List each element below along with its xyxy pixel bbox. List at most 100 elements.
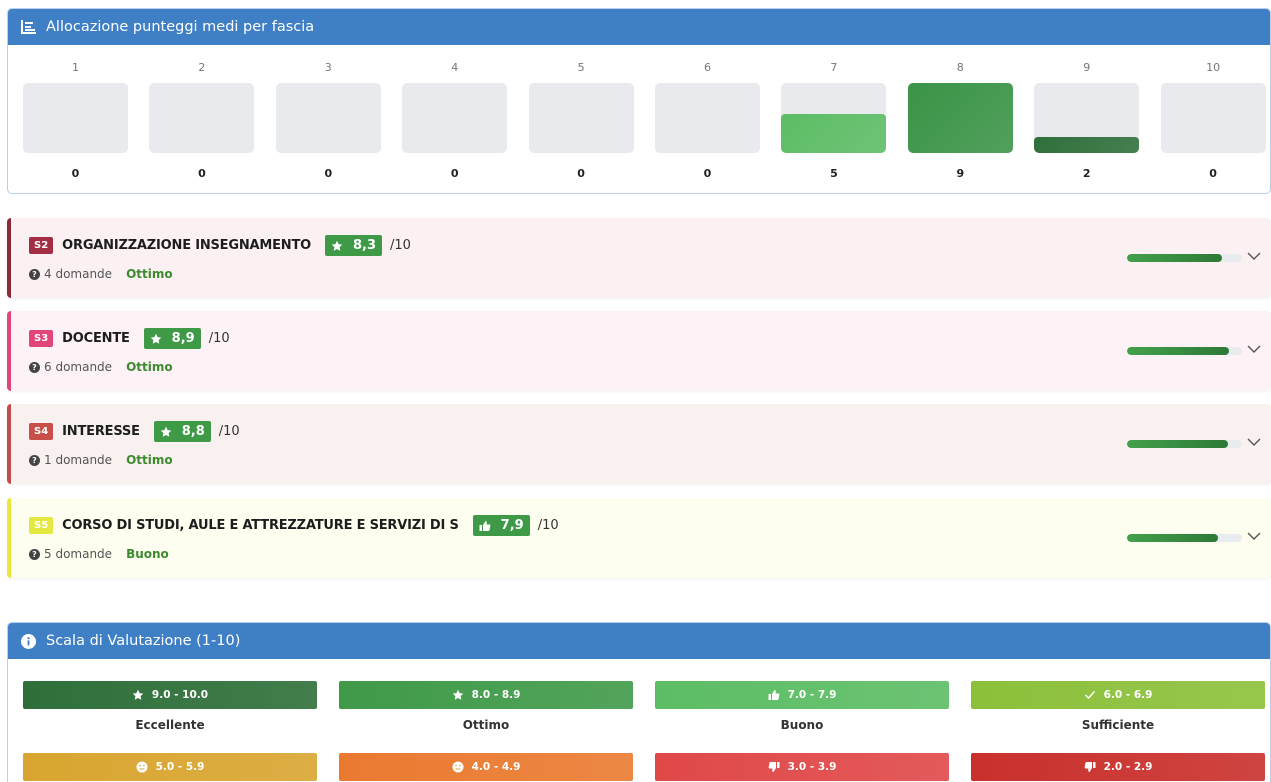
bin-track xyxy=(275,83,381,153)
bin-fill-bar xyxy=(1034,137,1140,153)
bin-track xyxy=(528,83,634,153)
scale-chip: 4.0 - 4.9 xyxy=(339,753,633,781)
score-progress-bar xyxy=(1127,534,1242,542)
bin-fill-bar xyxy=(781,114,887,153)
section-name: ORGANIZZAZIONE INSEGNAMENTO xyxy=(62,238,311,253)
score-value: 8,9 xyxy=(171,331,195,346)
distribution-bins: 1 0 2 0 3 0 4 0 5 0 6 0 7 5 8 9 9 2 10 0 xyxy=(8,45,1270,193)
scale-item: 5.0 - 5.9 xyxy=(23,753,317,781)
chevron-down-icon[interactable] xyxy=(1247,251,1261,261)
bin-label: 8 xyxy=(956,61,964,74)
section-row-s5[interactable]: S5 CORSO DI STUDI, AULE E ATTREZZATURE E… xyxy=(7,498,1271,578)
star-icon xyxy=(150,333,167,345)
section-meta: ? 1 domande Ottimo xyxy=(29,453,173,467)
scale-range: 9.0 - 10.0 xyxy=(151,689,209,701)
scale-item: 3.0 - 3.9 xyxy=(655,753,949,781)
scale-chip: 5.0 - 5.9 xyxy=(23,753,317,781)
scale-chip: 6.0 - 6.9 xyxy=(971,681,1265,709)
question-count: 5 domande xyxy=(44,547,113,561)
score-progress-fill xyxy=(1127,534,1218,542)
scale-label: Eccellente xyxy=(135,718,205,732)
scale-chip: 8.0 - 8.9 xyxy=(339,681,633,709)
bin-track xyxy=(149,83,255,153)
scale-range: 2.0 - 2.9 xyxy=(1103,761,1153,773)
scale-item: 6.0 - 6.9 Sufficiente xyxy=(971,681,1265,732)
score-progress-fill xyxy=(1127,440,1229,448)
bin-track xyxy=(1034,83,1140,153)
level-label: Buono xyxy=(126,547,169,561)
scale-item: 8.0 - 8.9 Ottimo xyxy=(339,681,633,732)
scale-range: 4.0 - 4.9 xyxy=(471,761,521,773)
distribution-bin: 75 xyxy=(781,45,887,193)
thumbs-up-icon xyxy=(479,520,496,532)
bin-label: 7 xyxy=(830,61,838,74)
bin-label: 6 xyxy=(704,61,711,74)
section-row-s4[interactable]: S4 INTERESSE 8,8 /10 ? 1 domande Ottimo xyxy=(7,404,1271,484)
rating-scale-card: Scala di Valutazione (1-10) 9.0 - 10.0 E… xyxy=(7,622,1271,782)
chevron-down-icon[interactable] xyxy=(1247,437,1261,447)
distribution-bin: 50 xyxy=(528,45,634,193)
thumbs-down-icon xyxy=(768,761,784,773)
bin-label: 10 xyxy=(1206,61,1221,74)
scale-chip: 7.0 - 7.9 xyxy=(655,681,949,709)
section-name: CORSO DI STUDI, AULE E ATTREZZATURE E SE… xyxy=(62,518,459,533)
scale-range: 6.0 - 6.9 xyxy=(1103,689,1153,701)
level-label: Ottimo xyxy=(126,267,173,281)
bin-count: 0 xyxy=(450,167,459,180)
score-badge: 8,3 xyxy=(324,235,383,256)
scale-label: Ottimo xyxy=(462,718,510,732)
section-name: DOCENTE xyxy=(62,331,130,346)
section-code-badge: S2 xyxy=(29,237,54,254)
scale-title: Scala di Valutazione (1-10) xyxy=(46,633,241,649)
bin-fill-bar xyxy=(907,83,1013,153)
level-label: Ottimo xyxy=(126,360,173,374)
score-progress-bar xyxy=(1127,347,1242,355)
score-badge: 8,8 xyxy=(153,421,211,442)
section-title: S4 INTERESSE 8,8 /10 xyxy=(29,421,240,442)
scale-label: Buono xyxy=(780,718,824,732)
score-progress-fill xyxy=(1127,254,1223,262)
distribution-bin: 60 xyxy=(655,45,760,193)
section-row-s3[interactable]: S3 DOCENTE 8,9 /10 ? 6 domande Ottimo xyxy=(7,311,1271,391)
bin-count: 0 xyxy=(1209,167,1217,180)
scale-range: 3.0 - 3.9 xyxy=(787,761,837,773)
section-name: INTERESSE xyxy=(62,424,140,439)
bin-track xyxy=(1160,83,1266,153)
question-count: 4 domande xyxy=(44,267,113,281)
distribution-bin: 10 0 xyxy=(1160,45,1266,193)
score-progress-bar xyxy=(1127,440,1242,448)
scale-label: Sufficiente xyxy=(1081,718,1155,732)
score-value: 8,3 xyxy=(352,238,377,253)
neutral-face-icon xyxy=(136,761,152,773)
question-icon: ? xyxy=(29,268,40,280)
info-icon xyxy=(20,633,36,649)
level-label: Ottimo xyxy=(126,453,173,467)
bin-label: 9 xyxy=(1083,61,1091,74)
section-meta: ? 4 domande Ottimo xyxy=(29,267,173,281)
chevron-down-icon[interactable] xyxy=(1247,531,1261,541)
scale-chip: 9.0 - 10.0 xyxy=(23,681,317,709)
bin-label: 1 xyxy=(72,61,79,74)
distribution-bin: 10 xyxy=(23,45,128,193)
distribution-bin: 89 xyxy=(907,45,1013,193)
section-meta: ? 5 domande Buono xyxy=(29,547,169,561)
bin-count: 0 xyxy=(198,167,206,180)
section-code-badge: S5 xyxy=(29,517,54,534)
bin-track xyxy=(402,83,508,153)
star-icon xyxy=(331,240,348,252)
distribution-header: Allocazione punteggi medi per fascia xyxy=(8,9,1270,45)
scale-item: 7.0 - 7.9 Buono xyxy=(655,681,949,732)
score-badge: 7,9 xyxy=(472,515,530,536)
chevron-down-icon[interactable] xyxy=(1247,344,1261,354)
distribution-title: Allocazione punteggi medi per fascia xyxy=(46,19,315,35)
star-icon xyxy=(160,426,177,438)
scale-chip: 2.0 - 2.9 xyxy=(971,753,1265,781)
section-title: S3 DOCENTE 8,9 /10 xyxy=(29,328,230,349)
score-max: /10 xyxy=(208,331,230,346)
question-count: 1 domande xyxy=(44,453,113,467)
bin-count: 2 xyxy=(1082,167,1091,180)
distribution-bin: 20 xyxy=(149,45,255,193)
bin-count: 0 xyxy=(577,167,585,180)
scale-range: 8.0 - 8.9 xyxy=(471,689,521,701)
section-row-s2[interactable]: S2 ORGANIZZAZIONE INSEGNAMENTO 8,3 /10 ?… xyxy=(7,218,1271,298)
